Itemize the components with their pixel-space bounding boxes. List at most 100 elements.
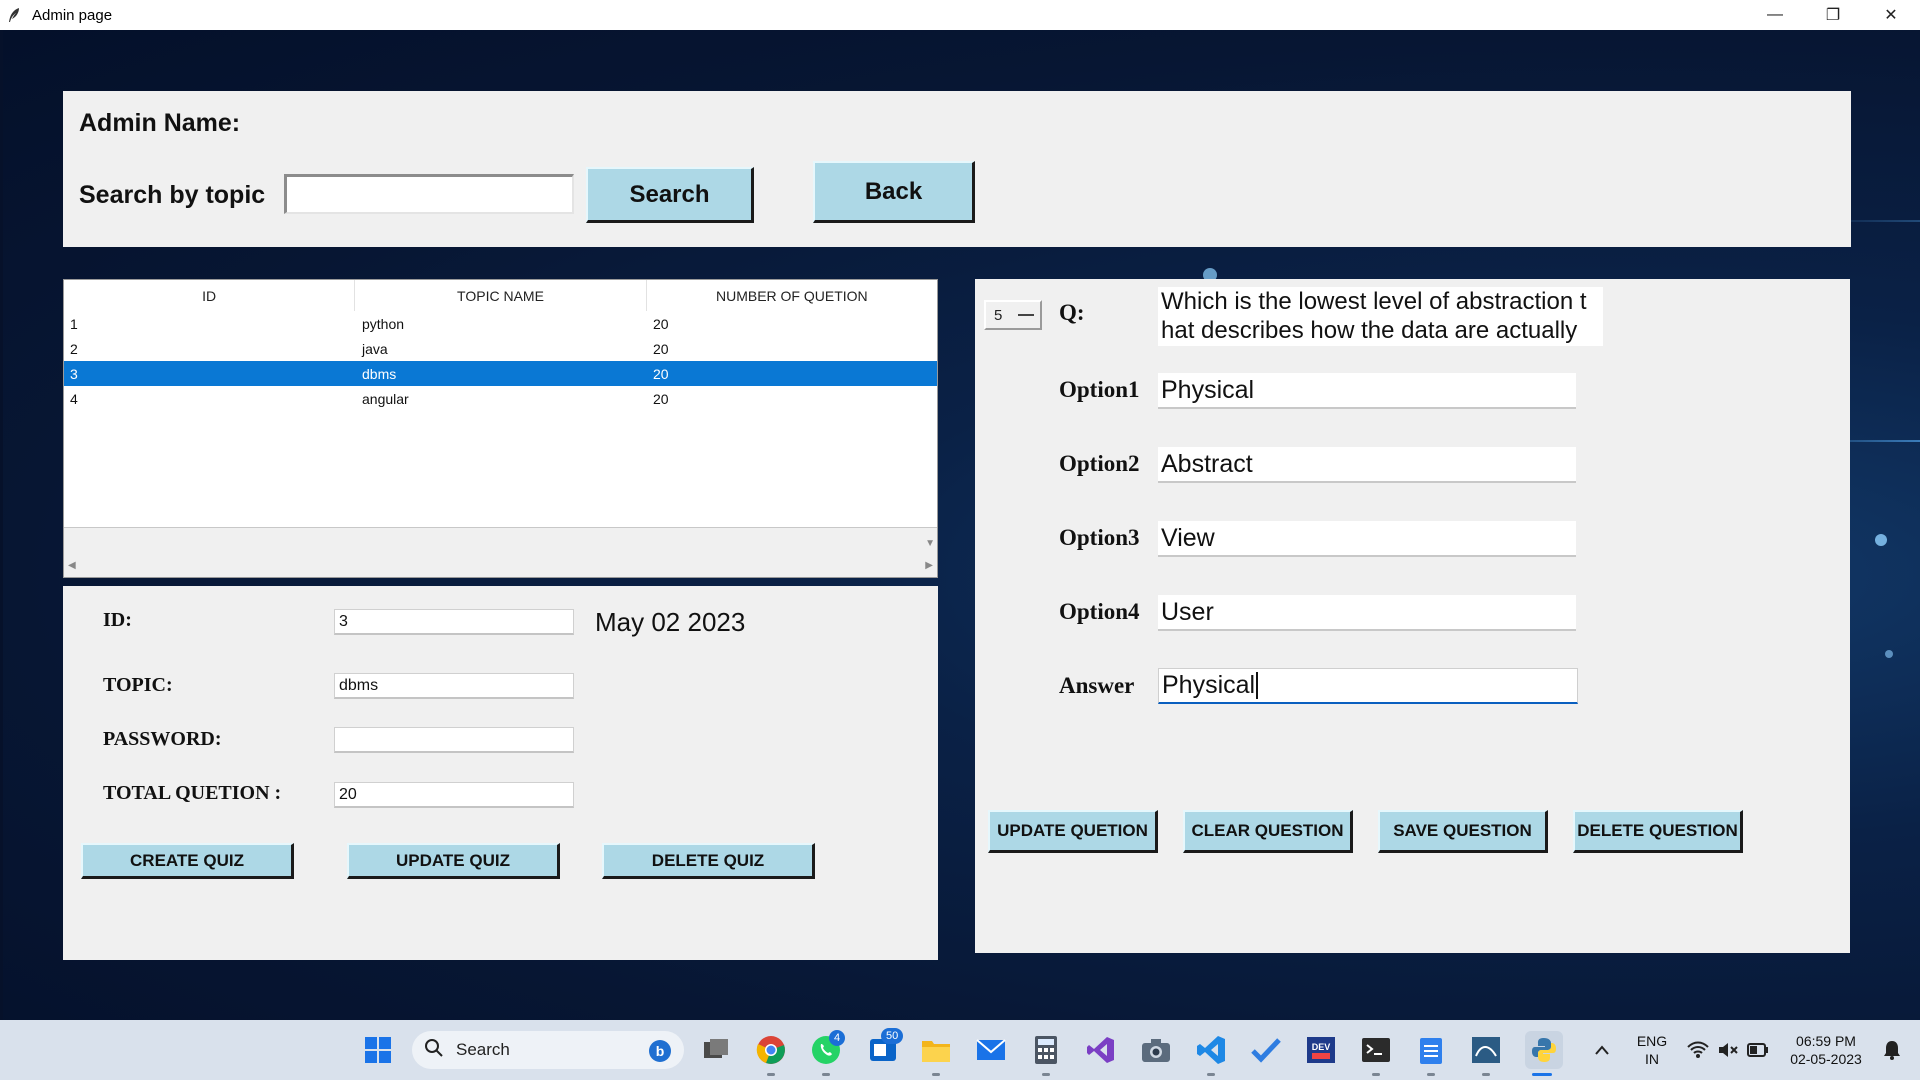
cell-id: 2	[70, 340, 78, 357]
update-question-button[interactable]: UPDATE QUETION	[988, 810, 1158, 853]
notification-bell-icon[interactable]	[1876, 1034, 1908, 1066]
id-field[interactable]: 3	[334, 609, 574, 635]
cell-count: 20	[653, 315, 669, 332]
wifi-icon[interactable]	[1682, 1034, 1714, 1066]
question-text-line: hat describes how the data are actually	[1161, 317, 1578, 344]
python-app-icon[interactable]	[1525, 1031, 1563, 1069]
horizontal-scrollbar[interactable]: ▼ ◀ ▶	[64, 527, 937, 577]
column-header-topic-name[interactable]: TOPIC NAME	[355, 280, 647, 311]
create-quiz-button[interactable]: CREATE QUIZ	[81, 843, 294, 879]
running-indicator	[1372, 1073, 1380, 1076]
text-cursor	[1256, 672, 1259, 699]
total-question-field[interactable]: 20	[334, 782, 574, 808]
cell-count: 20	[653, 390, 669, 407]
date-label: May 02 2023	[595, 607, 746, 637]
volume-muted-icon[interactable]	[1712, 1034, 1744, 1066]
region-code: IN	[1645, 1051, 1659, 1067]
battery-icon[interactable]	[1742, 1034, 1774, 1066]
table-row[interactable]: 1 python 20	[64, 311, 937, 336]
bing-icon[interactable]: b	[648, 1039, 672, 1068]
cell-id: 4	[70, 390, 78, 407]
search-input[interactable]	[284, 174, 574, 214]
running-indicator	[1482, 1073, 1490, 1076]
answer-value: Physical	[1162, 671, 1256, 699]
running-indicator	[822, 1073, 830, 1076]
chrome-icon[interactable]	[755, 1034, 787, 1066]
terminal-icon[interactable]	[1360, 1034, 1392, 1066]
scroll-down-icon[interactable]: ▼	[925, 538, 935, 549]
column-header-id[interactable]: ID	[64, 280, 356, 311]
camera-icon[interactable]	[1140, 1034, 1172, 1066]
window-title: Admin page	[32, 6, 113, 24]
visual-studio-icon[interactable]	[1085, 1034, 1117, 1066]
clock[interactable]: 06:59 PM 02-05-2023	[1778, 1032, 1874, 1068]
scroll-left-icon[interactable]: ◀	[68, 560, 76, 571]
running-indicator	[1207, 1073, 1215, 1076]
cell-topic: dbms	[362, 365, 397, 382]
option4-field[interactable]: User	[1158, 595, 1576, 631]
close-button[interactable]: ✕	[1862, 0, 1920, 30]
vscode-icon[interactable]	[1195, 1034, 1227, 1066]
table-body: 1 python 20 2 java 20 3 dbms 20 4 angula…	[64, 311, 937, 411]
whatsapp-badge: 4	[829, 1030, 846, 1046]
clear-question-button[interactable]: CLEAR QUESTION	[1183, 810, 1353, 853]
running-indicator	[1427, 1073, 1435, 1076]
column-header-question-count[interactable]: NUMBER OF QUETION	[647, 280, 937, 311]
mail-icon[interactable]	[975, 1034, 1007, 1066]
running-indicator	[932, 1073, 940, 1076]
outlook-badge: 50	[881, 1028, 904, 1044]
id-label: ID:	[103, 609, 132, 631]
windows-start-icon[interactable]	[362, 1034, 394, 1066]
file-explorer-icon[interactable]	[920, 1034, 952, 1066]
option1-field[interactable]: Physical	[1158, 373, 1576, 409]
scroll-right-icon[interactable]: ▶	[925, 560, 933, 571]
option1-label: Option1	[1059, 377, 1140, 402]
topic-table: ID TOPIC NAME NUMBER OF QUETION 1 python…	[63, 279, 938, 578]
option2-field[interactable]: Abstract	[1158, 447, 1576, 483]
table-row-selected[interactable]: 3 dbms 20	[64, 361, 937, 386]
cell-id: 3	[70, 365, 78, 382]
dev-home-icon[interactable]: DEV	[1305, 1034, 1337, 1066]
table-header: ID TOPIC NAME NUMBER OF QUETION	[64, 280, 937, 311]
taskbar-search-box[interactable]: Search b	[412, 1031, 684, 1069]
question-text-field[interactable]: Which is the lowest level of abstraction…	[1158, 287, 1603, 346]
save-question-button[interactable]: SAVE QUESTION	[1378, 810, 1548, 853]
mysql-workbench-icon[interactable]	[1470, 1034, 1502, 1066]
answer-field[interactable]: Physical	[1158, 668, 1578, 704]
spin-indicator-icon[interactable]	[1018, 314, 1034, 316]
quiz-form-panel: ID: 3 May 02 2023 TOPIC: dbms PASSWORD: …	[63, 586, 938, 960]
taskbar: Search b 4 50 DEV ENG IN 06:59 PM 02-05-…	[0, 1020, 1920, 1080]
cell-count: 20	[653, 365, 669, 382]
topic-field[interactable]: dbms	[334, 673, 574, 699]
running-indicator	[1042, 1073, 1050, 1076]
svg-text:DEV: DEV	[1312, 1042, 1331, 1052]
todo-icon[interactable]	[1250, 1034, 1282, 1066]
question-text-line: Which is the lowest level of abstraction…	[1161, 288, 1587, 315]
task-view-icon[interactable]	[700, 1034, 732, 1066]
cell-id: 1	[70, 315, 78, 332]
option4-label: Option4	[1059, 599, 1140, 624]
calculator-icon[interactable]	[1030, 1034, 1062, 1066]
question-number-value: 5	[994, 306, 1003, 324]
header-panel: Admin Name: Search by topic Search Back	[63, 91, 1851, 247]
table-row[interactable]: 4 angular 20	[64, 386, 937, 411]
back-button[interactable]: Back	[813, 161, 975, 223]
maximize-button[interactable]: ❐	[1804, 0, 1862, 30]
clock-time: 06:59 PM	[1796, 1033, 1856, 1049]
update-quiz-button[interactable]: UPDATE QUIZ	[347, 843, 560, 879]
search-button[interactable]: Search	[586, 167, 754, 223]
taskbar-search-label: Search	[456, 1040, 510, 1059]
language-indicator[interactable]: ENG IN	[1630, 1032, 1674, 1068]
notepad-icon[interactable]	[1415, 1034, 1447, 1066]
feather-icon	[6, 7, 22, 23]
question-number-spinbox[interactable]: 5	[984, 300, 1042, 330]
chevron-up-icon[interactable]	[1586, 1034, 1618, 1066]
option3-label: Option3	[1059, 525, 1140, 550]
option3-field[interactable]: View	[1158, 521, 1576, 557]
delete-question-button[interactable]: DELETE QUESTION	[1573, 810, 1743, 853]
language-code: ENG	[1636, 1033, 1668, 1049]
password-field[interactable]	[334, 727, 574, 753]
delete-quiz-button[interactable]: DELETE QUIZ	[602, 843, 815, 879]
minimize-button[interactable]: —	[1746, 0, 1804, 30]
table-row[interactable]: 2 java 20	[64, 336, 937, 361]
